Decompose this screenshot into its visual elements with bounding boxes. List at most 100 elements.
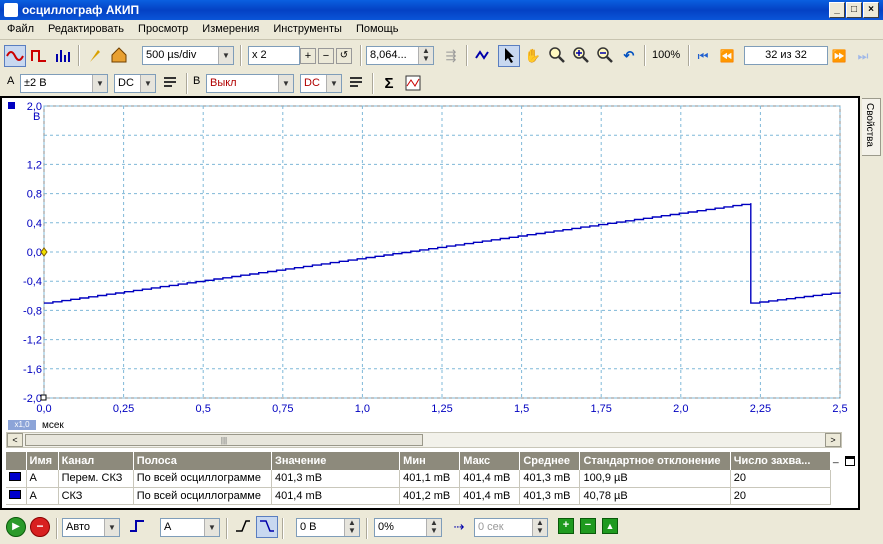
scroll-right-icon[interactable]: > — [825, 433, 841, 447]
reference-waveform-icon[interactable] — [402, 73, 424, 95]
x-tick-label: 2,0 — [673, 403, 688, 415]
col-band[interactable]: Полоса — [133, 452, 272, 470]
channel-b-range-select[interactable]: Выкл ▼ — [206, 74, 294, 93]
zoom-reset-icon[interactable]: ↺ — [336, 48, 352, 64]
chevron-down-icon: ▼ — [104, 519, 119, 536]
panel-maximize-icon[interactable] — [845, 456, 855, 466]
auto-setup-icon[interactable] — [84, 45, 106, 67]
menu-help[interactable]: Помощь — [349, 20, 406, 39]
scroll-thumb[interactable]: ||| — [25, 434, 423, 446]
chevron-down-icon: ▼ — [140, 75, 155, 92]
channel-toolbar: A ±2 В ▼ DC ▼ B Выкл ▼ DC ▼ Σ — [0, 69, 430, 97]
col-channel[interactable]: Канал — [58, 452, 134, 470]
signal-gen-icon[interactable]: ⇶ — [440, 45, 462, 67]
zoom-in-icon[interactable] — [570, 45, 592, 67]
delay-toggle-icon[interactable]: ⇢ — [448, 516, 470, 538]
remove-icon[interactable]: − — [580, 518, 596, 534]
channel-a-range-select[interactable]: ±2 В ▼ — [20, 74, 108, 93]
capture-counter[interactable]: 32 из 32 — [744, 46, 828, 65]
trace-layer — [40, 203, 841, 401]
trigger-level-spinner[interactable]: 0 В ▲ ▼ — [296, 518, 360, 537]
samples-spinner[interactable]: 8,064... ▲ ▼ — [366, 46, 434, 65]
menu-file[interactable]: Файл — [0, 20, 41, 39]
x-tick-label: 1,0 — [355, 403, 370, 415]
move-up-icon[interactable]: ▲ — [602, 518, 618, 534]
trigger-settings-icon[interactable] — [126, 516, 148, 538]
zoom-icon[interactable] — [546, 45, 568, 67]
menu-edit[interactable]: Редактировать — [41, 20, 131, 39]
measure-mode-icon[interactable] — [472, 45, 494, 67]
origin-marker — [40, 394, 47, 401]
table-header-row: Имя Канал Полоса Значение Мин Макс Средн… — [6, 452, 832, 470]
col-stddev[interactable]: Стандартное отклонение — [579, 452, 731, 470]
title-bar: осциллограф АКИП _ □ × — [0, 0, 883, 20]
window-title: осциллограф АКИП — [22, 3, 140, 17]
close-button[interactable]: × — [863, 2, 879, 18]
channel-color-swatch — [9, 489, 21, 499]
zoom-minus-icon[interactable]: − — [318, 48, 334, 64]
col-mean[interactable]: Среднее — [519, 452, 581, 470]
math-sigma-icon[interactable]: Σ — [378, 73, 400, 95]
prev-capture-icon[interactable]: ⏪ — [716, 45, 738, 67]
table-row[interactable]: A СКЗ По всей осциллограмме 401,4 mВ 401… — [6, 487, 832, 505]
rising-edge-icon[interactable] — [232, 516, 254, 538]
trigger-mode-select[interactable]: Авто ▼ — [62, 518, 120, 537]
spinner-arrows-icon: ▲ ▼ — [418, 47, 433, 64]
oscilloscope-plot[interactable]: 2,01,20,80,40,0-0,4-0,8-1,2-1,6-2,0 0,0 0… — [2, 98, 858, 430]
pan-hand-icon[interactable]: ✋ — [522, 45, 544, 67]
col-max[interactable]: Макс — [459, 452, 521, 470]
chevron-down-icon: ▼ — [218, 47, 233, 64]
zoom-out-icon[interactable] — [594, 45, 616, 67]
x-tick-label: 1,25 — [431, 403, 452, 415]
delay-spinner[interactable]: 0 сек ▲ ▼ — [474, 518, 548, 537]
col-min[interactable]: Мин — [399, 452, 461, 470]
properties-tab[interactable]: Свойства — [862, 98, 881, 156]
zoom-field[interactable]: x 2 — [248, 46, 300, 65]
home-icon[interactable] — [108, 45, 130, 67]
y-tick-label: 0,4 — [27, 218, 42, 230]
channel-b-coupling-select[interactable]: DC ▼ — [300, 74, 342, 93]
next-capture-icon[interactable]: ⏩ — [828, 45, 850, 67]
persistence-mode-icon[interactable] — [28, 45, 50, 67]
chevron-down-icon: ▼ — [92, 75, 107, 92]
channel-a-options-icon[interactable] — [160, 73, 182, 95]
plot-grid — [43, 105, 841, 399]
table-row[interactable]: A Перем. СКЗ По всей осциллограмме 401,3… — [6, 470, 832, 488]
scroll-left-icon[interactable]: < — [7, 433, 23, 447]
add-icon[interactable]: + — [558, 518, 574, 534]
zoom-plus-icon[interactable]: + — [300, 48, 316, 64]
panel-minimize-icon[interactable]: _ — [833, 454, 843, 466]
start-icon[interactable]: ▶ — [6, 517, 26, 537]
x-tick-label: 2,5 — [832, 403, 847, 415]
col-value[interactable]: Значение — [271, 452, 401, 470]
undo-zoom-icon[interactable]: ↶ — [618, 45, 640, 67]
channel-a-coupling-select[interactable]: DC ▼ — [114, 74, 156, 93]
spectrum-mode-icon[interactable] — [52, 45, 74, 67]
pointer-icon[interactable] — [498, 45, 520, 67]
x-tick-label: 2,25 — [750, 403, 771, 415]
pre-trigger-spinner[interactable]: 0% ▲ ▼ — [374, 518, 442, 537]
menu-view[interactable]: Просмотр — [131, 20, 195, 39]
menu-bar: Файл Редактировать Просмотр Измерения Инстру… — [0, 20, 883, 40]
col-capture-count[interactable]: Число захва... — [730, 452, 832, 470]
chevron-down-icon: ▼ — [278, 75, 293, 92]
scope-mode-icon[interactable] — [4, 45, 26, 67]
first-capture-icon[interactable]: ⏮ — [692, 45, 714, 67]
col-name[interactable]: Имя — [26, 452, 59, 470]
trigger-source-select[interactable]: A ▼ — [160, 518, 220, 537]
timebase-select[interactable]: 500 µs/div ▼ — [142, 46, 234, 65]
minimize-button[interactable]: _ — [829, 2, 845, 18]
last-capture-icon[interactable]: ⏭ — [852, 45, 874, 67]
menu-measurements[interactable]: Измерения — [195, 20, 266, 39]
horizontal-scrollbar[interactable]: < ||| > — [6, 432, 842, 448]
x-tick-label: 1,5 — [514, 403, 529, 415]
maximize-button[interactable]: □ — [846, 2, 862, 18]
y-tick-label: 1,2 — [27, 159, 42, 171]
channel-b-options-icon[interactable] — [346, 73, 368, 95]
falling-edge-icon[interactable] — [256, 516, 278, 538]
x-axis-ticks: 0,0 0,25 0,5 0,75 1,0 1,25 1,5 1,75 2,0 2,25 2,5 — [36, 403, 847, 415]
main-toolbar: 500 µs/div ▼ x 2 + − ↺ 8,064... ▲ ▼ ⇶ ✋ ↶ 1… — [0, 41, 883, 69]
stop-icon[interactable]: − — [30, 517, 50, 537]
channel-a-axis-marker — [8, 102, 15, 109]
menu-tools[interactable]: Инструменты — [266, 20, 349, 39]
